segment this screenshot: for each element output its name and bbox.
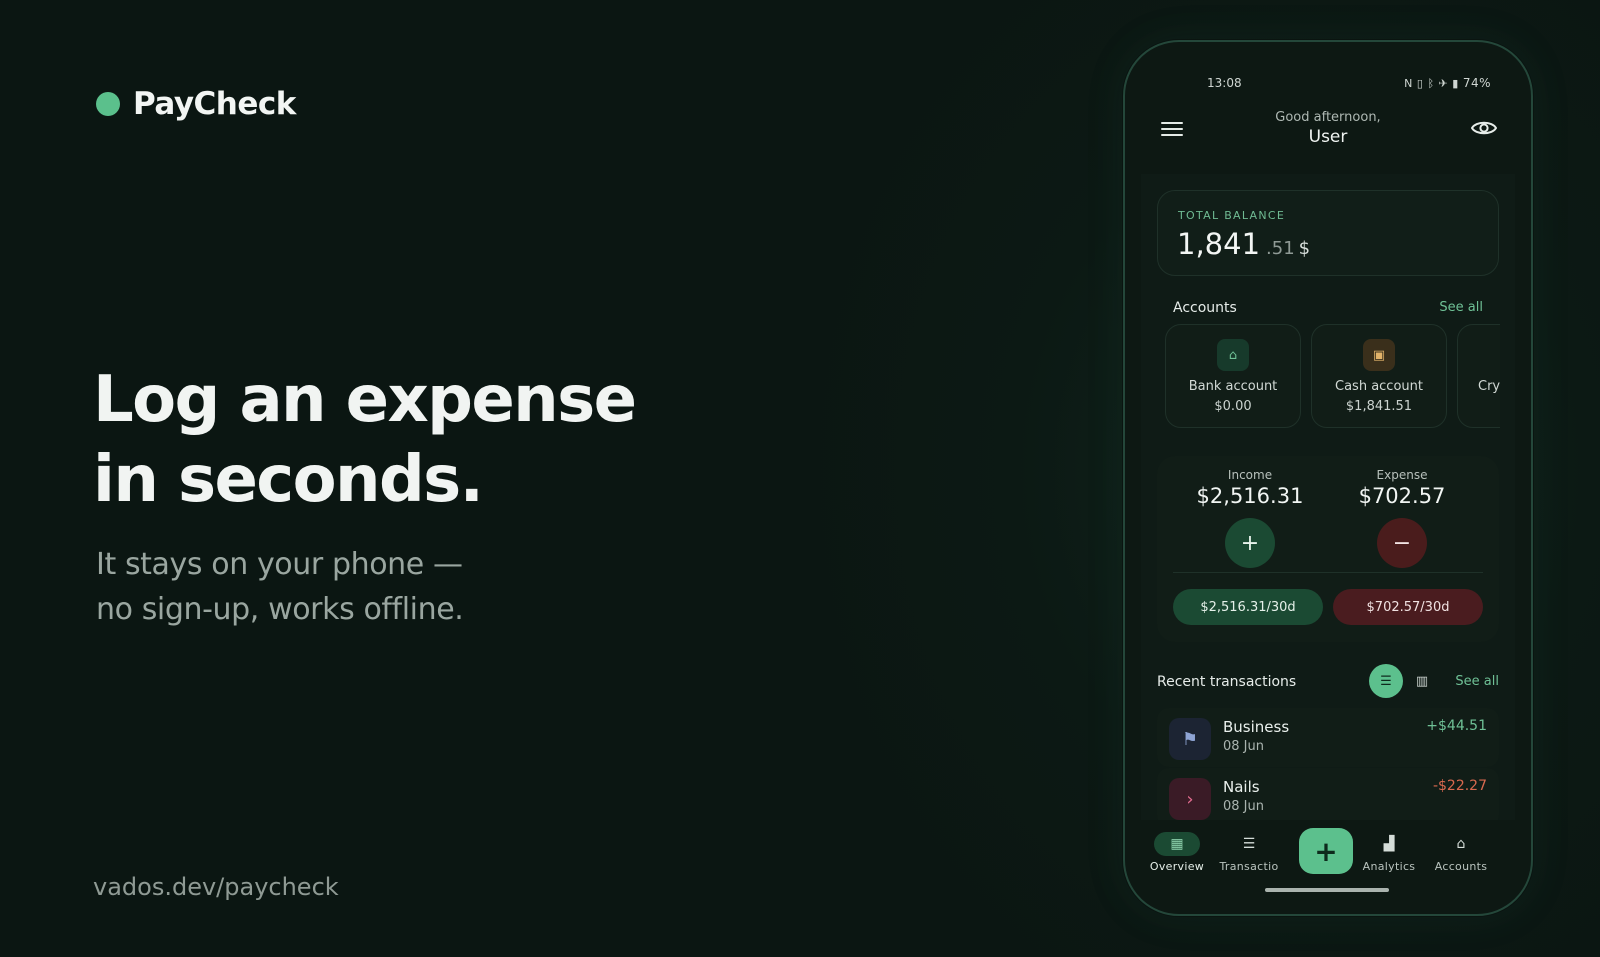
vibrate-icon: ▯ [1416, 76, 1424, 90]
plus-icon: + [1314, 834, 1338, 868]
airplane-icon: ✈ [1438, 76, 1449, 90]
expense-30d-pill[interactable]: $702.57/30d [1333, 589, 1483, 625]
expense-value: $702.57 [1358, 484, 1446, 508]
nav-transactions[interactable]: ☰ Transactio [1213, 832, 1285, 873]
brand-dot [96, 92, 120, 116]
transactions-list: ⚑ Business 08 Jun +$44.51 › Nails 08 Jun… [1157, 708, 1499, 828]
income-30d-pill[interactable]: $2,516.31/30d [1173, 589, 1323, 625]
balance-decimal: .51 [1266, 238, 1295, 259]
nav-label: Transactio [1219, 860, 1279, 873]
accounts-header: Accounts See all [1173, 300, 1483, 320]
view-toggle: ☰ ▥ [1369, 664, 1439, 698]
brand: PayCheck [96, 86, 296, 122]
grid-view-icon[interactable]: ▥ [1405, 664, 1439, 698]
grid-icon: ▦ [1154, 832, 1200, 856]
nav-label: Analytics [1362, 860, 1416, 873]
account-amount: $0.00 [1214, 399, 1252, 414]
accounts-see-all-link[interactable]: See all [1439, 300, 1483, 315]
account-card-cash[interactable]: ▣ Cash account $1,841.51 [1311, 324, 1447, 428]
brand-name: PayCheck [133, 86, 296, 122]
status-bar: 13:08 N ▯ ᛒ ✈ ▮ 74% [1141, 76, 1515, 96]
total-balance-card[interactable]: TOTAL BALANCE 1,841 .51 $ [1157, 190, 1499, 276]
minus-icon: − [1392, 530, 1412, 556]
app-bar: Good afternoon, User [1141, 104, 1515, 160]
user-name: User [1308, 127, 1348, 147]
subheadline-line-1: It stays on your phone — [96, 547, 463, 582]
nav-accounts[interactable]: ⌂ Accounts [1425, 832, 1497, 873]
nfc-icon: N [1404, 76, 1413, 90]
bank-icon: ⌂ [1456, 836, 1466, 852]
bottom-navigation: ▦ Overview ☰ Transactio + ▟ Analytics ⌂ … [1141, 820, 1515, 900]
add-income-button[interactable]: + [1225, 518, 1275, 568]
transactions-see-all-link[interactable]: See all [1455, 674, 1499, 689]
list-item[interactable]: › Nails 08 Jun -$22.27 [1157, 768, 1499, 827]
list-icon: ☰ [1242, 836, 1256, 852]
transaction-name: Business [1223, 718, 1290, 736]
accounts-title: Accounts [1173, 300, 1237, 316]
summary-divider [1173, 572, 1483, 573]
plus-icon: + [1240, 530, 1260, 556]
accounts-carousel[interactable]: ⌂ Bank account $0.00 ▣ Cash account $1,8… [1165, 324, 1500, 430]
status-time: 13:08 [1207, 76, 1242, 90]
add-transaction-button[interactable]: + [1299, 828, 1353, 874]
nav-label: Accounts [1434, 860, 1488, 873]
bluetooth-icon: ᛒ [1427, 76, 1435, 90]
account-card-bank[interactable]: ⌂ Bank account $0.00 [1165, 324, 1301, 428]
income-expense-card: Income $2,516.31 + Expense $702.57 − $2,… [1157, 456, 1499, 642]
headline-line-2: in seconds. [93, 443, 484, 517]
account-name: Cry [1478, 379, 1500, 394]
battery-percent: 74% [1462, 76, 1491, 90]
greeting-text: Good afternoon, [1275, 110, 1381, 125]
list-item[interactable]: ⚑ Business 08 Jun +$44.51 [1157, 708, 1499, 767]
subheadline-line-2: no sign-up, works offline. [96, 592, 464, 627]
income-label: Income [1227, 468, 1273, 482]
add-expense-button[interactable]: − [1377, 518, 1427, 568]
account-card-crypto[interactable]: Cry [1457, 324, 1500, 428]
transaction-amount: +$44.51 [1426, 718, 1487, 734]
eye-icon[interactable] [1471, 118, 1497, 138]
main-content: TOTAL BALANCE 1,841 .51 $ Accounts See a… [1141, 174, 1515, 827]
transaction-amount: -$22.27 [1432, 778, 1487, 794]
recent-transactions-title: Recent transactions [1157, 674, 1297, 690]
headline: Log an expense in seconds. [93, 360, 637, 520]
total-balance-value: 1,841 .51 $ [1177, 227, 1310, 261]
account-name: Cash account [1335, 379, 1423, 394]
income-column: Income $2,516.31 + [1175, 468, 1325, 568]
nav-analytics[interactable]: ▟ Analytics [1353, 832, 1425, 873]
balance-currency: $ [1298, 238, 1311, 259]
greeting: Good afternoon, User [1141, 110, 1515, 147]
income-value: $2,516.31 [1196, 484, 1304, 508]
account-amount: $1,841.51 [1345, 399, 1413, 414]
total-balance-label: TOTAL BALANCE [1178, 209, 1286, 222]
nav-label: Overview [1149, 860, 1205, 873]
nav-overview[interactable]: ▦ Overview [1141, 832, 1213, 873]
footer-link[interactable]: vados.dev/paycheck [93, 873, 339, 901]
list-view-icon[interactable]: ☰ [1369, 664, 1403, 698]
recent-transactions-header: Recent transactions ☰ ▥ See all [1157, 664, 1499, 700]
flag-icon: ⚑ [1169, 718, 1211, 760]
subheadline: It stays on your phone — no sign-up, wor… [96, 542, 464, 632]
bar-chart-icon: ▟ [1383, 836, 1395, 852]
home-indicator[interactable] [1265, 888, 1389, 892]
transaction-name: Nails [1223, 778, 1260, 796]
phone-screen: 13:08 N ▯ ᛒ ✈ ▮ 74% Good afternoon, User [1141, 56, 1515, 900]
balance-integer: 1,841 [1177, 227, 1261, 261]
chevron-right-icon: › [1169, 778, 1211, 820]
transaction-date: 08 Jun [1223, 799, 1264, 814]
headline-line-1: Log an expense [93, 363, 637, 437]
battery-icon: ▮ [1452, 76, 1459, 90]
wallet-icon: ▣ [1363, 339, 1395, 371]
account-name: Bank account [1188, 379, 1278, 394]
expense-column: Expense $702.57 − [1327, 468, 1477, 568]
expense-label: Expense [1376, 468, 1428, 482]
bank-icon: ⌂ [1217, 339, 1249, 371]
phone-mockup: 13:08 N ▯ ᛒ ✈ ▮ 74% Good afternoon, User [1123, 40, 1533, 916]
transaction-date: 08 Jun [1223, 739, 1264, 754]
status-icons: N ▯ ᛒ ✈ ▮ 74% [1404, 76, 1491, 90]
